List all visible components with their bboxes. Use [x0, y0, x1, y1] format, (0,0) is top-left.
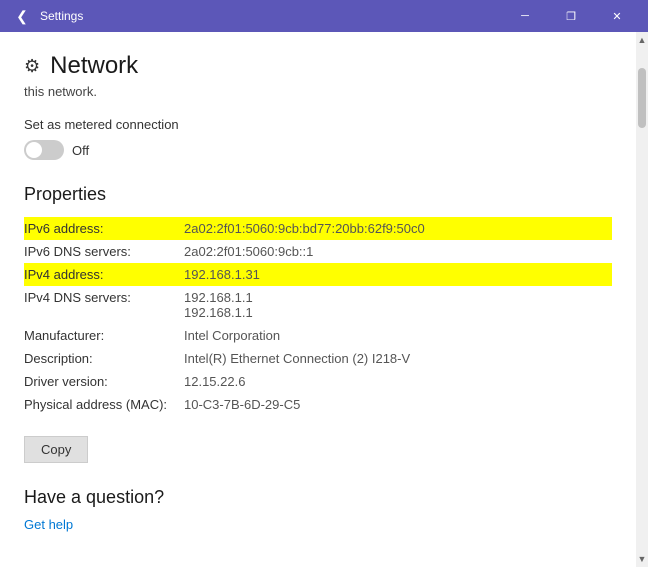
prop-label: IPv4 DNS servers: — [24, 286, 184, 324]
prop-value: 192.168.1.31 — [184, 263, 612, 286]
scrollbar: ▲ ▼ — [636, 32, 648, 567]
page-title: Network — [50, 52, 138, 80]
close-icon: ✕ — [612, 10, 621, 23]
question-title: Have a question? — [24, 487, 612, 508]
scrollbar-thumb[interactable] — [638, 68, 646, 128]
prop-label: IPv6 DNS servers: — [24, 240, 184, 263]
prop-label: Manufacturer: — [24, 324, 184, 347]
table-row: Driver version:12.15.22.6 — [24, 370, 612, 393]
minimize-button[interactable]: ─ — [502, 0, 548, 32]
prop-value: 10-C3-7B-6D-29-C5 — [184, 393, 612, 416]
prop-label: Physical address (MAC): — [24, 393, 184, 416]
table-row: IPv4 DNS servers:192.168.1.1192.168.1.1 — [24, 286, 612, 324]
prop-value: 192.168.1.1192.168.1.1 — [184, 286, 612, 324]
prop-value: 12.15.22.6 — [184, 370, 612, 393]
restore-icon: ❐ — [566, 10, 576, 23]
scrollbar-down-button[interactable]: ▼ — [636, 551, 648, 567]
metered-toggle[interactable] — [24, 140, 64, 160]
table-row: Manufacturer:Intel Corporation — [24, 324, 612, 347]
table-row: IPv6 DNS servers:2a02:2f01:5060:9cb::1 — [24, 240, 612, 263]
prop-value: 2a02:2f01:5060:9cb::1 — [184, 240, 612, 263]
restore-button[interactable]: ❐ — [548, 0, 594, 32]
toggle-state-label: Off — [72, 143, 89, 158]
prop-label: IPv4 address: — [24, 263, 184, 286]
properties-table: IPv6 address:2a02:2f01:5060:9cb:bd77:20b… — [24, 217, 612, 416]
minimize-icon: ─ — [521, 10, 529, 22]
metered-label: Set as metered connection — [24, 117, 612, 132]
close-button[interactable]: ✕ — [594, 0, 640, 32]
scrollbar-up-button[interactable]: ▲ — [636, 32, 648, 48]
main-area: ⚙ Network this network. Set as metered c… — [0, 32, 648, 567]
page-header: ⚙ Network — [24, 52, 612, 80]
content-area: ⚙ Network this network. Set as metered c… — [0, 32, 636, 567]
scroll-up-icon: ▲ — [638, 35, 647, 45]
prop-label: Driver version: — [24, 370, 184, 393]
get-help-link[interactable]: Get help — [24, 517, 73, 532]
table-row: Physical address (MAC):10-C3-7B-6D-29-C5 — [24, 393, 612, 416]
subtitle: this network. — [24, 84, 612, 99]
prop-value: Intel Corporation — [184, 324, 612, 347]
table-row: IPv6 address:2a02:2f01:5060:9cb:bd77:20b… — [24, 217, 612, 240]
titlebar: ❮ Settings ─ ❐ ✕ — [0, 0, 648, 32]
back-button[interactable]: ❮ — [8, 2, 36, 30]
window-controls: ─ ❐ ✕ — [502, 0, 640, 32]
table-row: Description:Intel(R) Ethernet Connection… — [24, 347, 612, 370]
table-row: IPv4 address:192.168.1.31 — [24, 263, 612, 286]
prop-label: IPv6 address: — [24, 217, 184, 240]
gear-icon: ⚙ — [24, 56, 40, 77]
toggle-row: Off — [24, 140, 612, 160]
scroll-down-icon: ▼ — [638, 554, 647, 564]
back-icon: ❮ — [16, 8, 28, 25]
copy-button[interactable]: Copy — [24, 436, 88, 463]
prop-value: 2a02:2f01:5060:9cb:bd77:20bb:62f9:50c0 — [184, 217, 612, 240]
prop-label: Description: — [24, 347, 184, 370]
prop-value: Intel(R) Ethernet Connection (2) I218-V — [184, 347, 612, 370]
titlebar-title: Settings — [40, 9, 502, 23]
properties-title: Properties — [24, 184, 612, 205]
